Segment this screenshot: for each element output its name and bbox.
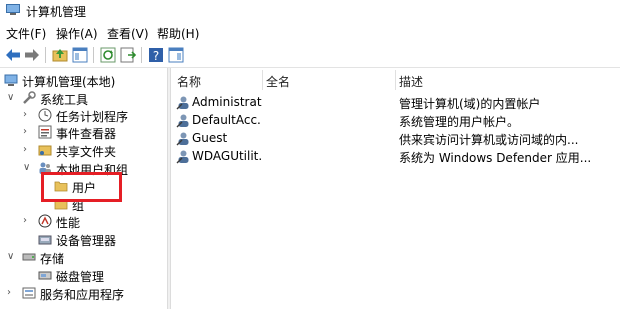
- help-icon[interactable]: ?: [147, 46, 165, 64]
- menu-help[interactable]: 帮助(H): [157, 25, 199, 42]
- user-icon: [176, 132, 189, 146]
- menu-bar: 文件(F) 操作(A) 查看(V) 帮助(H): [0, 24, 620, 42]
- chevron-right-icon[interactable]: ›: [23, 109, 33, 121]
- chevron-down-icon[interactable]: ∨: [7, 251, 17, 263]
- user-icon: [176, 114, 189, 128]
- user-icon: [176, 96, 189, 110]
- cell-description: 管理计算机(域)的内置帐户: [399, 97, 541, 111]
- computer-management-icon: [6, 4, 20, 15]
- menu-action[interactable]: 操作(A): [56, 25, 98, 42]
- properties-pane-icon[interactable]: [167, 46, 185, 64]
- shared-folder-icon: [38, 145, 52, 156]
- table-row[interactable]: DefaultAcc... 系统管理的用户帐户。: [171, 112, 620, 130]
- table-row[interactable]: WDAGUtilit... 系统为 Windows Defender 应用...: [171, 148, 620, 166]
- chevron-down-icon[interactable]: ∨: [7, 92, 17, 104]
- column-header-fullname[interactable]: 全名: [266, 73, 290, 90]
- storage-icon: [22, 253, 36, 261]
- refresh-icon[interactable]: [99, 46, 117, 64]
- cell-description: 供来宾访问计算机或访问域的内...: [399, 133, 579, 147]
- column-header-name[interactable]: 名称: [177, 73, 201, 90]
- cell-name: WDAGUtilit...: [192, 149, 262, 163]
- toolbar-separator: [93, 47, 94, 63]
- up-folder-icon[interactable]: [51, 46, 69, 64]
- svg-text:?: ?: [153, 49, 159, 63]
- menu-view[interactable]: 查看(V): [107, 25, 149, 42]
- cell-description: 系统管理的用户帐户。: [399, 115, 520, 129]
- column-header-description[interactable]: 描述: [399, 73, 423, 90]
- disk-management-icon: [38, 271, 52, 280]
- column-divider[interactable]: [262, 70, 263, 90]
- show-hide-tree-icon[interactable]: [71, 46, 89, 64]
- chevron-right-icon[interactable]: ›: [23, 144, 33, 156]
- clock-icon: [38, 108, 52, 122]
- menu-file[interactable]: 文件(F): [6, 25, 46, 42]
- chevron-down-icon[interactable]: ∨: [23, 162, 33, 174]
- table-row[interactable]: Guest 供来宾访问计算机或访问域的内...: [171, 130, 620, 148]
- toolbar-separator: [45, 47, 46, 63]
- device-manager-icon: [38, 235, 52, 245]
- toolbar-separator: [141, 47, 142, 63]
- cell-name: Administrat...: [192, 95, 262, 109]
- export-list-icon[interactable]: [119, 46, 137, 64]
- highlight-box: [41, 172, 122, 202]
- back-arrow-icon[interactable]: [4, 46, 22, 64]
- chevron-right-icon[interactable]: ›: [23, 215, 33, 227]
- chevron-right-icon[interactable]: ›: [23, 126, 33, 138]
- services-icon: [22, 287, 36, 299]
- table-row[interactable]: Administrat... 管理计算机(域)的内置帐户: [171, 94, 620, 112]
- column-divider[interactable]: [395, 70, 396, 90]
- user-icon: [176, 150, 189, 164]
- title-bar: 计算机管理: [0, 0, 620, 22]
- forward-arrow-icon[interactable]: [23, 46, 41, 64]
- computer-management-icon: [4, 74, 18, 86]
- toolbar: ?: [0, 43, 620, 68]
- chevron-right-icon[interactable]: ›: [7, 287, 17, 299]
- cell-name: DefaultAcc...: [192, 113, 262, 127]
- cell-description: 系统为 Windows Defender 应用...: [399, 151, 592, 165]
- performance-icon: [38, 214, 52, 228]
- cell-name: Guest: [192, 131, 228, 145]
- system-tools-icon: [23, 91, 36, 104]
- window-title: 计算机管理: [26, 5, 87, 19]
- event-viewer-icon: [38, 125, 52, 139]
